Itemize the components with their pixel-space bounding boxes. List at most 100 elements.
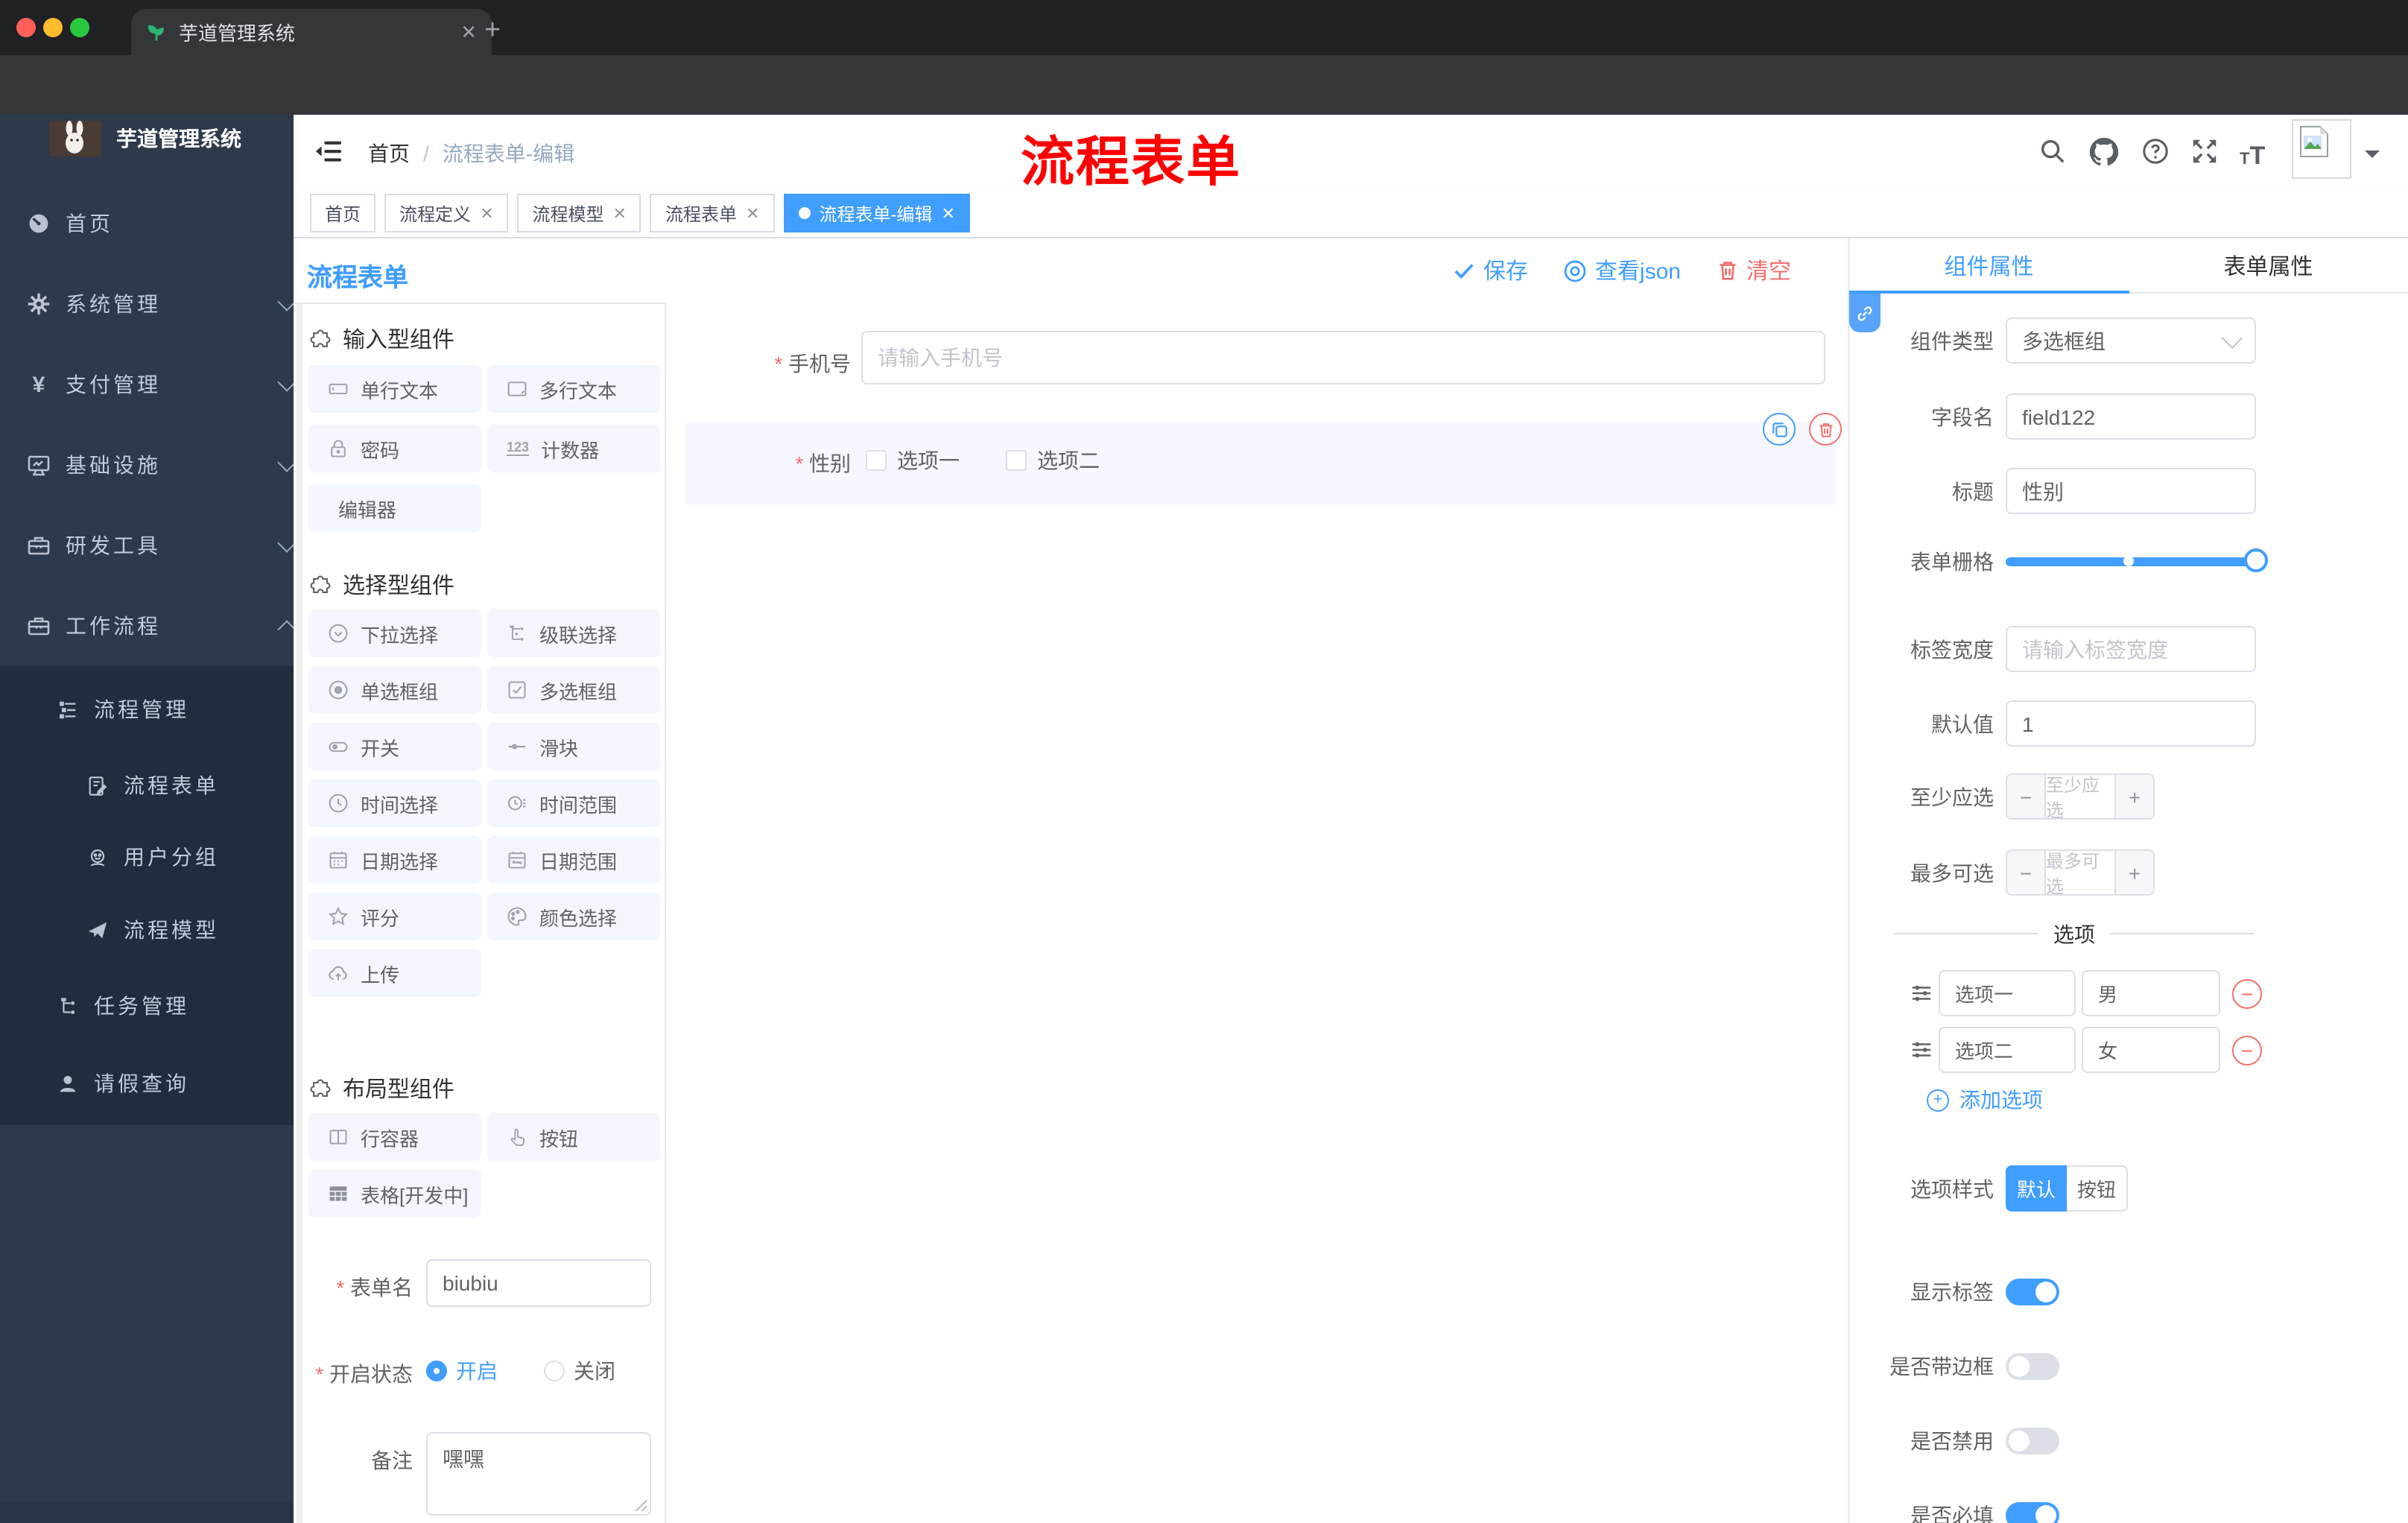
component-type-select[interactable]: 多选框组 [2006,317,2256,364]
component-chip-button[interactable]: 按钮 [487,1113,660,1161]
field-name-input[interactable]: field122 [2006,393,2256,440]
default-value-input[interactable]: 1 [2006,700,2256,747]
component-chip-counter[interactable]: 123 计数器 [487,425,660,472]
sidebar-item-infra[interactable]: 基础设施 [0,432,294,498]
caret-down-icon[interactable] [2365,151,2380,165]
component-chip-time-picker[interactable]: 时间选择 [308,779,481,827]
disabled-toggle[interactable] [2006,1428,2059,1454]
breadcrumb-home[interactable]: 首页 [368,139,410,168]
stepper-placeholder[interactable]: 最多可选 [2046,851,2114,894]
drag-handle-icon[interactable] [1910,1039,1933,1061]
sidebar-item-process-model[interactable]: 流程模型 [0,897,294,963]
component-chip-switch[interactable]: 开关 [308,723,481,770]
show-label-toggle[interactable] [2006,1279,2059,1305]
component-chip-table[interactable]: 表格[开发中] [308,1170,481,1218]
required-toggle[interactable] [2006,1502,2059,1523]
radio-on-icon[interactable] [426,1361,447,1381]
component-chip-upload[interactable]: 上传 [308,949,481,997]
github-icon[interactable] [2089,137,2119,167]
component-chip-time-range[interactable]: 时间范围 [487,779,660,827]
app-logo[interactable]: 芋道管理系统 [0,119,294,158]
style-default-button[interactable]: 默认 [2006,1165,2067,1212]
fullscreen-icon[interactable] [2190,137,2219,165]
decrease-button[interactable]: − [2007,851,2046,894]
avatar[interactable] [2292,119,2351,179]
close-window-button[interactable] [16,18,36,37]
component-chip-color-picker[interactable]: 颜色选择 [487,893,660,940]
remove-option-button[interactable]: − [2232,978,2262,1008]
tag-process-definition[interactable]: 流程定义 ✕ [384,194,509,232]
tag-process-form[interactable]: 流程表单 ✕ [650,194,775,232]
title-input[interactable]: 性别 [2006,468,2256,514]
component-chip-row-container[interactable]: 行容器 [308,1113,481,1161]
component-chip-date-picker[interactable]: 日期选择 [308,836,481,884]
sidebar-item-payment[interactable]: ¥ 支付管理 [0,352,294,417]
close-icon[interactable]: ✕ [746,203,759,223]
sidebar-item-home[interactable]: 首页 [0,191,294,256]
tag-home[interactable]: 首页 [310,194,376,232]
component-chip-checkbox-group[interactable]: 多选框组 [487,666,660,714]
option-value-input[interactable]: 男 [2082,970,2220,1016]
checkbox-icon[interactable] [866,450,887,471]
stepper-placeholder[interactable]: 至少应选 [2046,775,2114,818]
component-chip-single-text[interactable]: 单行文本 [308,365,481,413]
component-chip-date-range[interactable]: 日期范围 [487,836,660,884]
option-label-input[interactable]: 选项二 [1939,1027,2076,1073]
new-tab-button[interactable]: + [484,15,501,48]
sidebar-item-process-manage[interactable]: 流程管理 [0,677,294,742]
component-chip-radio-group[interactable]: 单选框组 [308,666,481,714]
copy-component-button[interactable] [1763,413,1796,446]
close-icon[interactable]: ✕ [480,203,493,223]
radio-off-icon[interactable] [544,1361,565,1381]
sidebar-item-system[interactable]: 系统管理 [0,271,294,337]
tag-process-model[interactable]: 流程模型 ✕ [517,194,641,232]
sidebar-item-user-group[interactable]: 用户分组 [0,824,294,890]
close-icon[interactable]: ✕ [941,203,954,223]
component-chip-password[interactable]: 密码 [308,425,481,472]
drag-handle-icon[interactable] [1910,982,1933,1004]
component-chip-rate[interactable]: 评分 [308,893,481,940]
increase-button[interactable]: + [2114,851,2153,894]
grid-slider[interactable] [2006,548,2268,572]
maximize-window-button[interactable] [70,18,89,37]
font-size-icon[interactable]: TT [2240,142,2265,171]
option-value-input[interactable]: 女 [2082,1027,2220,1073]
status-radio-on[interactable]: 开启 [426,1356,498,1386]
status-radio-off[interactable]: 关闭 [544,1356,615,1386]
add-option-button[interactable]: + 添加选项 [1927,1085,2043,1115]
close-tab-icon[interactable]: ✕ [460,20,477,44]
clear-button[interactable]: 清空 [1717,255,1791,286]
selected-component-gender[interactable]: 性别 选项一 选项二 [685,422,1836,505]
tag-process-form-edit[interactable]: 流程表单-编辑 ✕ [783,194,970,232]
resize-handle[interactable] [635,1499,647,1511]
gender-option-1[interactable]: 选项一 [866,446,960,475]
tab-component-props[interactable]: 组件属性 [1849,238,2129,294]
slider-handle[interactable] [2244,548,2268,572]
close-icon[interactable]: ✕ [613,203,627,223]
scrollbar-rail[interactable] [297,304,302,1523]
search-icon[interactable] [2038,137,2067,165]
increase-button[interactable]: + [2114,775,2153,818]
save-button[interactable]: 保存 [1454,255,1528,286]
sidebar-item-task-manage[interactable]: 任务管理 [0,973,294,1039]
option-label-input[interactable]: 选项一 [1939,970,2076,1016]
phone-input[interactable]: 请输入手机号 [861,331,1825,384]
label-width-input[interactable]: 请输入标签宽度 [2006,626,2256,672]
view-json-button[interactable]: 查看json [1564,255,1681,286]
component-chip-slider[interactable]: 滑块 [487,723,660,770]
component-chip-select[interactable]: 下拉选择 [308,609,481,657]
hamburger-fold-icon[interactable] [314,139,343,164]
component-chip-cascader[interactable]: 级联选择 [487,609,660,657]
remove-option-button[interactable]: − [2232,1035,2262,1065]
remark-textarea[interactable]: 嘿嘿 [426,1432,651,1516]
border-toggle[interactable] [2006,1353,2059,1380]
component-chip-multi-text[interactable]: 多行文本 [487,365,660,413]
minimize-window-button[interactable] [43,18,63,37]
browser-tab[interactable]: 芋道管理系统 ✕ [131,9,492,55]
form-name-input[interactable]: biubiu [426,1259,651,1307]
sidebar-item-process-form[interactable]: 流程表单 [0,753,294,818]
sidebar-item-leave-query[interactable]: 请假查询 [0,1051,294,1116]
decrease-button[interactable]: − [2007,775,2046,818]
tab-form-props[interactable]: 表单属性 [2129,238,2408,294]
sidebar-item-devtools[interactable]: 研发工具 [0,513,294,578]
